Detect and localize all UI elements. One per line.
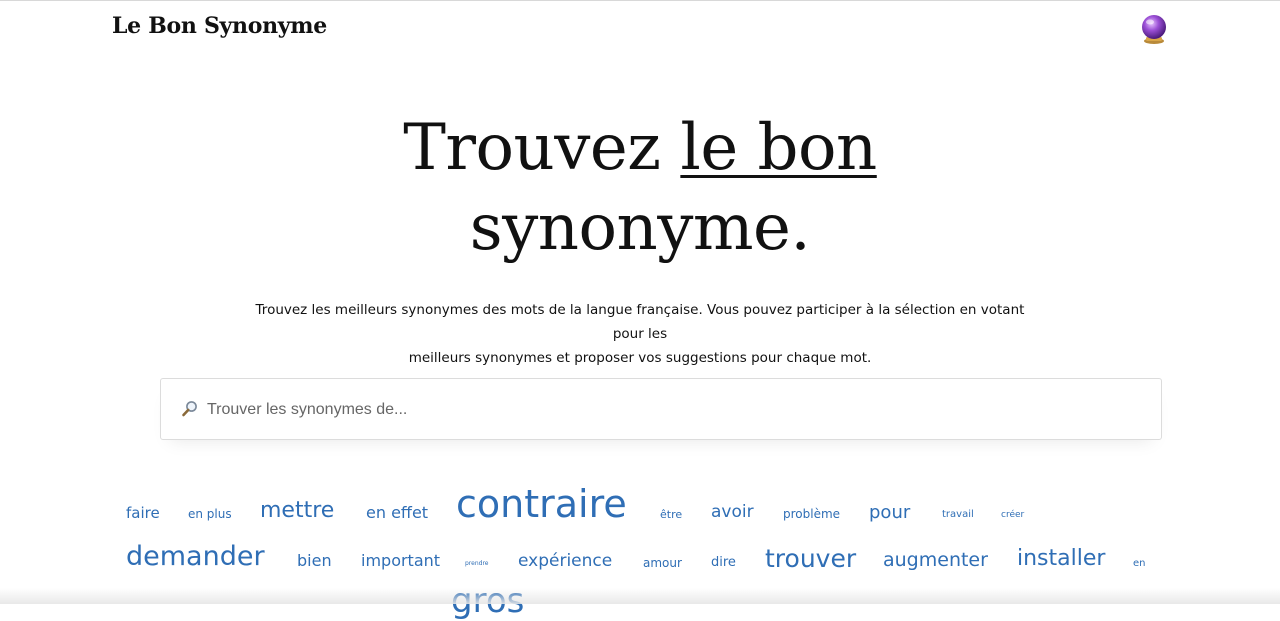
brand-logo-link[interactable]: Le Bon Synonyme <box>112 10 327 42</box>
hero-text-part1: Trouvez <box>403 111 681 185</box>
cloud-word-amour[interactable]: amour <box>643 557 682 569</box>
cloud-word-travail[interactable]: travail <box>942 510 974 520</box>
hero-text-highlight: le bon <box>680 111 877 185</box>
cloud-word-installer[interactable]: installer <box>1017 548 1105 570</box>
cloud-word-etre[interactable]: être <box>660 509 682 520</box>
cloud-word-prendre[interactable]: prendre <box>465 561 488 567</box>
cloud-word-demander[interactable]: demander <box>126 543 265 570</box>
hero-text-part2: synonyme. <box>469 191 811 265</box>
cloud-word-en[interactable]: en <box>1133 559 1146 569</box>
crystal-ball-icon[interactable] <box>1140 14 1168 44</box>
intro-line-2: meilleurs synonymes et proposer vos sugg… <box>408 350 872 366</box>
cloud-word-mettre[interactable]: mettre <box>260 500 334 522</box>
search-input[interactable] <box>205 393 1139 427</box>
cloud-word-bien[interactable]: bien <box>297 553 332 569</box>
intro-line-1: Trouvez les meilleurs synonymes des mots… <box>255 302 1025 342</box>
cloud-word-en-effet[interactable]: en effet <box>366 505 428 521</box>
cloud-word-experience[interactable]: expérience <box>518 553 612 570</box>
cloud-word-dire[interactable]: dire <box>711 556 736 569</box>
cloud-word-avoir[interactable]: avoir <box>711 504 754 521</box>
cloud-word-augmenter[interactable]: augmenter <box>883 551 988 570</box>
search-box <box>160 378 1162 440</box>
cloud-word-contraire[interactable]: contraire <box>456 485 627 523</box>
cloud-word-probleme[interactable]: problème <box>783 508 840 520</box>
hero-heading: Trouvez le bon synonyme. <box>0 108 1280 268</box>
cloud-word-important[interactable]: important <box>361 553 440 569</box>
cloud-word-creer[interactable]: créer <box>1001 511 1024 520</box>
bottom-fade <box>0 588 1280 604</box>
cloud-word-faire[interactable]: faire <box>126 506 160 521</box>
cloud-word-pour[interactable]: pour <box>869 504 910 522</box>
cloud-word-en-plus[interactable]: en plus <box>188 508 232 520</box>
top-border <box>0 0 1280 1</box>
magnifier-icon <box>181 400 199 418</box>
intro-paragraph: Trouvez les meilleurs synonymes des mots… <box>240 298 1040 370</box>
cloud-word-trouver[interactable]: trouver <box>765 546 856 571</box>
site-header: Le Bon Synonyme <box>112 10 1170 46</box>
